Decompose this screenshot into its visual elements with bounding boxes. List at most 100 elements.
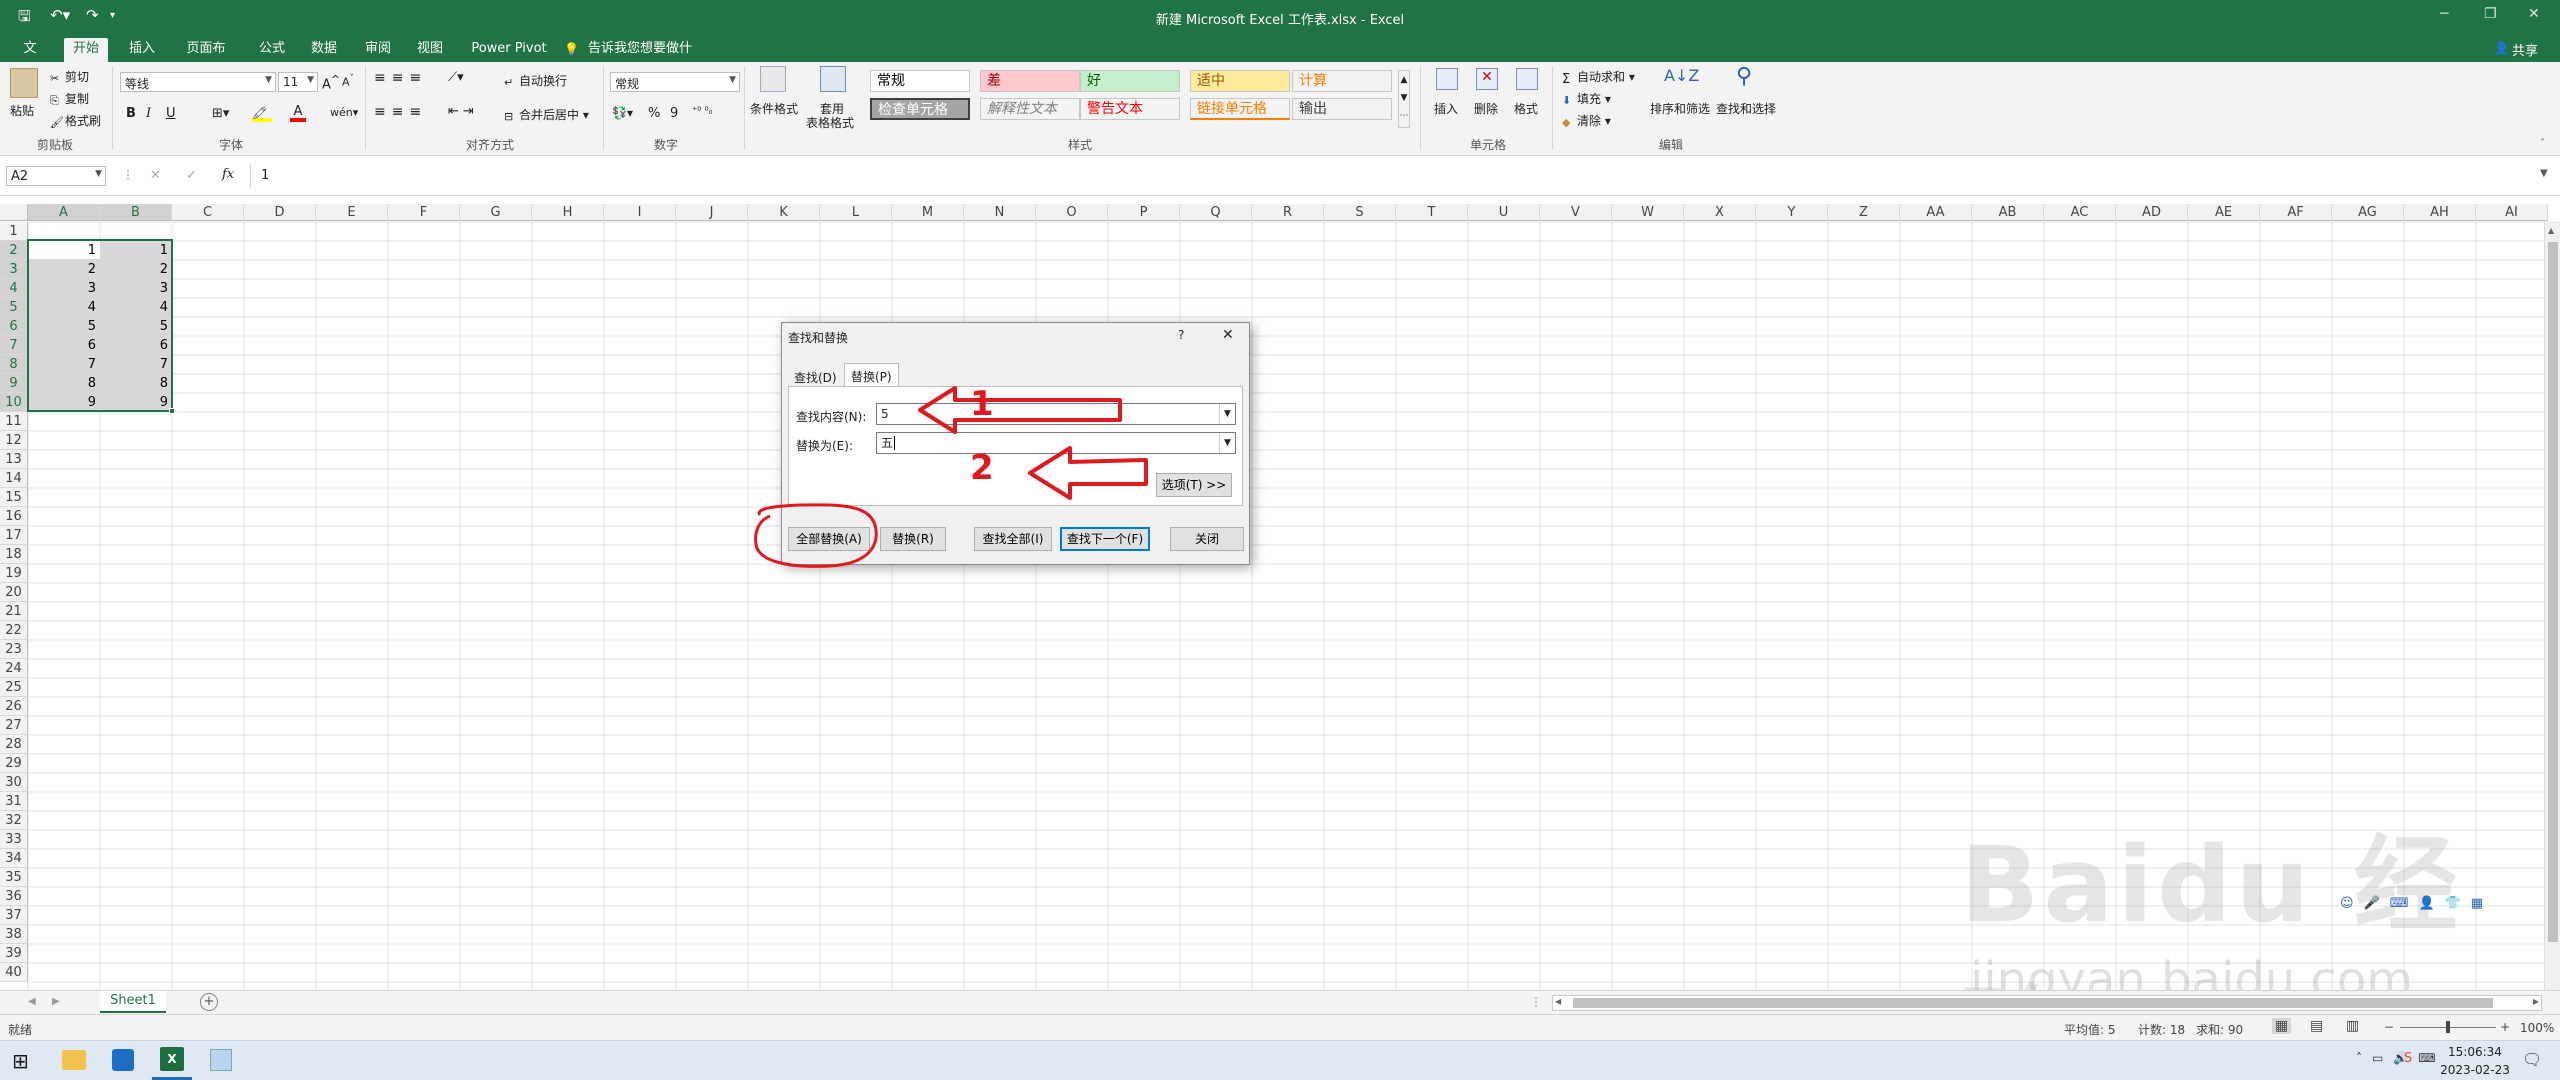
column-header-x[interactable]: X — [1684, 204, 1756, 221]
cell-b3[interactable]: 2 — [100, 260, 172, 279]
column-header-i[interactable]: I — [604, 204, 676, 221]
column-header-ac[interactable]: AC — [2044, 204, 2116, 221]
row-header-16[interactable]: 16 — [0, 507, 28, 526]
font-name-combo[interactable]: 等线 ▼ — [120, 72, 276, 92]
row-header-21[interactable]: 21 — [0, 602, 28, 621]
bold-button[interactable]: B — [126, 106, 136, 121]
select-all-button[interactable] — [0, 204, 28, 221]
column-header-ag[interactable]: AG — [2332, 204, 2404, 221]
italic-button[interactable]: I — [146, 106, 151, 121]
help-button[interactable]: ? — [1178, 328, 1184, 342]
cell-style-6[interactable]: 解释性文本 — [980, 98, 1080, 120]
tab-insert[interactable]: 插入 — [120, 38, 164, 62]
conditional-format-icon[interactable] — [760, 66, 786, 92]
column-header-a[interactable]: A — [28, 204, 100, 221]
column-header-ai[interactable]: AI — [2476, 204, 2548, 221]
table-format-icon[interactable] — [820, 66, 846, 92]
name-box[interactable]: A2 ▼ — [6, 166, 106, 186]
grow-font-icon[interactable]: A^ — [322, 73, 340, 92]
close-button[interactable]: 关闭 — [1170, 527, 1244, 551]
column-header-n[interactable]: N — [964, 204, 1036, 221]
borders-icon[interactable]: ⊞▾ — [212, 106, 229, 121]
orientation-icon[interactable]: ⟋▾ — [448, 70, 464, 85]
tab-page-layout[interactable]: 页面布局 — [176, 38, 236, 78]
zoom-out-icon[interactable]: − — [2384, 1020, 2394, 1034]
column-header-u[interactable]: U — [1468, 204, 1540, 221]
delete-cells-icon[interactable]: ✕ — [1476, 68, 1498, 90]
clock-time[interactable]: 15:06:34 — [2440, 1045, 2510, 1059]
row-header-35[interactable]: 35 — [0, 868, 28, 887]
confirm-entry-icon[interactable]: ✓ — [186, 168, 197, 183]
column-header-y[interactable]: Y — [1756, 204, 1828, 221]
format-cells-icon[interactable] — [1516, 68, 1538, 90]
cell-a7[interactable]: 6 — [28, 336, 100, 355]
clear-button[interactable]: ◆ 清除 ▾ — [1562, 112, 1611, 129]
format-cells-button[interactable]: 格式 — [1514, 100, 1538, 117]
gallery-scroll-icon[interactable]: ▲ ▼ ⋯ — [1398, 70, 1410, 128]
table-format-button-l2[interactable]: 表格格式 — [806, 114, 854, 131]
scroll-left-icon[interactable]: ◀ — [1555, 997, 1561, 1006]
h-scroll-thumb[interactable] — [1573, 998, 2493, 1008]
column-header-aa[interactable]: AA — [1900, 204, 1972, 221]
row-header-34[interactable]: 34 — [0, 849, 28, 868]
cell-a6[interactable]: 5 — [28, 317, 100, 336]
column-header-v[interactable]: V — [1540, 204, 1612, 221]
insert-cells-button[interactable]: 插入 — [1434, 100, 1458, 117]
row-header-29[interactable]: 29 — [0, 754, 28, 773]
column-header-ab[interactable]: AB — [1972, 204, 2044, 221]
horizontal-align-icons[interactable]: ≡≡≡ — [374, 104, 427, 120]
row-header-23[interactable]: 23 — [0, 640, 28, 659]
cell-b9[interactable]: 8 — [100, 374, 172, 393]
phonetic-icon[interactable]: wén▾ — [330, 106, 358, 119]
page-layout-view-icon[interactable]: ▤ — [2310, 1018, 2323, 1034]
cell-style-9[interactable]: 输出 — [1292, 98, 1392, 120]
fill-color-icon[interactable]: 🖍 — [252, 106, 272, 122]
row-header-7[interactable]: 7 — [0, 336, 28, 355]
cell-a5[interactable]: 4 — [28, 298, 100, 317]
row-header-1[interactable]: 1 — [0, 222, 28, 241]
normal-view-icon[interactable]: ▦ — [2272, 1018, 2292, 1034]
cell-style-5[interactable]: 检查单元格 — [870, 98, 970, 120]
row-header-24[interactable]: 24 — [0, 659, 28, 678]
cell-style-2[interactable]: 好 — [1080, 70, 1180, 92]
font-color-icon[interactable]: A — [290, 104, 306, 122]
ime-toolbar[interactable]: ☺🎤⌨👤👕▦ — [2340, 896, 2552, 918]
tab-view[interactable]: 视图 — [408, 38, 452, 62]
excel-taskbar-icon[interactable]: X — [160, 1047, 184, 1071]
tab-data[interactable]: 数据 — [302, 38, 346, 62]
column-header-j[interactable]: J — [676, 204, 748, 221]
cell-a3[interactable]: 2 — [28, 260, 100, 279]
column-header-p[interactable]: P — [1108, 204, 1180, 221]
close-dialog-icon[interactable]: ✕ — [1222, 327, 1234, 343]
windows-start-icon[interactable]: ⊞ — [12, 1049, 29, 1073]
row-header-40[interactable]: 40 — [0, 963, 28, 982]
row-header-20[interactable]: 20 — [0, 583, 28, 602]
share-button[interactable]: 共享 — [2512, 40, 2538, 59]
insert-function-icon[interactable]: fx — [222, 167, 234, 182]
percent-button[interactable]: % — [648, 106, 660, 121]
zoom-slider-thumb[interactable] — [2446, 1021, 2450, 1033]
column-header-l[interactable]: L — [820, 204, 892, 221]
row-header-28[interactable]: 28 — [0, 735, 28, 754]
cell-a8[interactable]: 7 — [28, 355, 100, 374]
horizontal-scrollbar[interactable]: ◀ ▶ — [1552, 995, 2542, 1011]
row-header-22[interactable]: 22 — [0, 621, 28, 640]
row-header-4[interactable]: 4 — [0, 279, 28, 298]
row-header-36[interactable]: 36 — [0, 887, 28, 906]
cell-b8[interactable]: 7 — [100, 355, 172, 374]
column-header-ae[interactable]: AE — [2188, 204, 2260, 221]
row-header-39[interactable]: 39 — [0, 944, 28, 963]
row-header-15[interactable]: 15 — [0, 488, 28, 507]
vertical-align-icons[interactable]: ≡≡≡ — [374, 70, 427, 86]
underline-button[interactable]: U — [166, 106, 176, 121]
format-painter-button[interactable]: 🖌格式刷 — [50, 112, 101, 129]
ime-icon[interactable]: S — [2404, 1051, 2412, 1066]
next-sheet-icon[interactable]: ▶ — [52, 996, 60, 1007]
row-header-32[interactable]: 32 — [0, 811, 28, 830]
column-header-d[interactable]: D — [244, 204, 316, 221]
column-header-ah[interactable]: AH — [2404, 204, 2476, 221]
column-header-ad[interactable]: AD — [2116, 204, 2188, 221]
add-sheet-button[interactable]: + — [200, 993, 218, 1011]
options-button[interactable]: 选项(T) >> — [1156, 473, 1232, 497]
chevron-down-icon[interactable]: ▼ — [1219, 404, 1235, 424]
